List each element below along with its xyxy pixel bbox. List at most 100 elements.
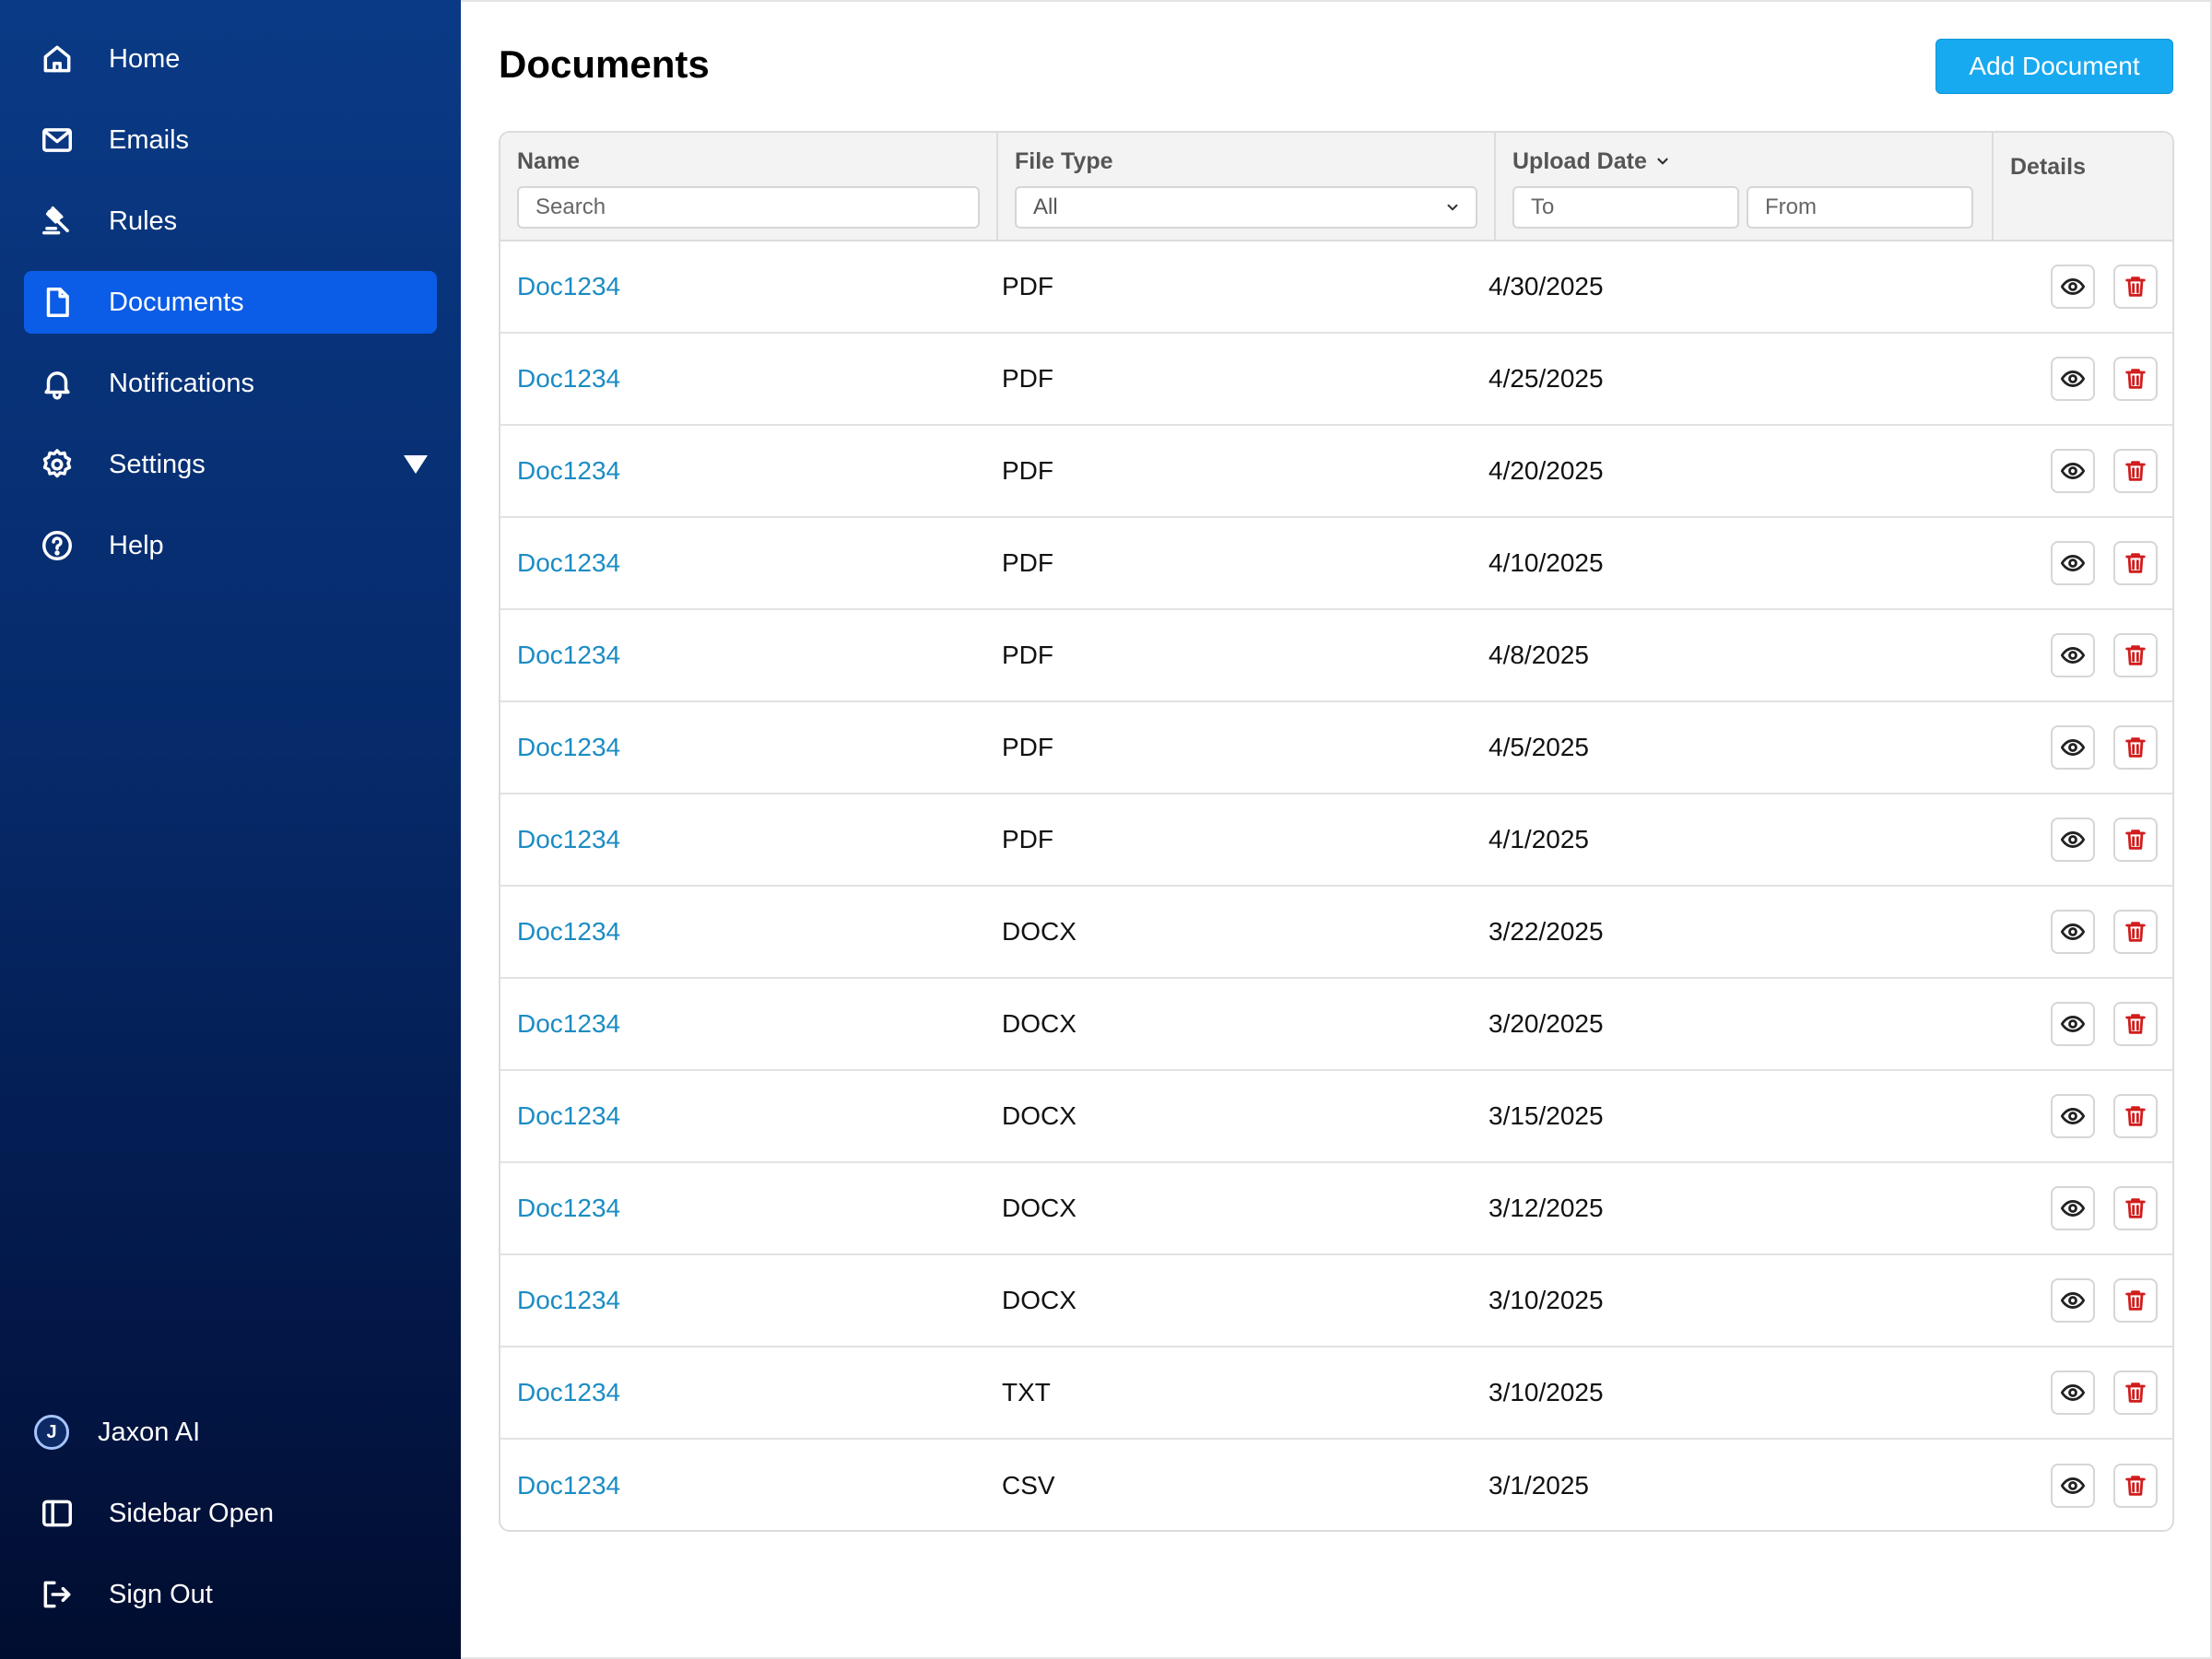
row-actions <box>2051 1002 2158 1046</box>
delete-button[interactable] <box>2113 1278 2158 1323</box>
user-profile[interactable]: J Jaxon AI <box>24 1401 437 1464</box>
view-button[interactable] <box>2051 265 2095 309</box>
view-button[interactable] <box>2051 1371 2095 1415</box>
document-name-link[interactable]: Doc1234 <box>517 272 620 301</box>
delete-button[interactable] <box>2113 265 2158 309</box>
view-button[interactable] <box>2051 1094 2095 1138</box>
eye-icon <box>2060 1477 2086 1494</box>
chevron-down-icon[interactable] <box>404 455 428 474</box>
upload-date-cell: 3/1/2025 <box>1488 1471 1589 1500</box>
sidebar-item-home[interactable]: Home <box>24 28 437 90</box>
view-button[interactable] <box>2051 633 2095 677</box>
view-button[interactable] <box>2051 541 2095 585</box>
sidebar-item-label: Documents <box>109 287 244 317</box>
sign-out[interactable]: Sign Out <box>24 1563 437 1626</box>
column-file-type: File Type All <box>998 133 1496 240</box>
delete-button[interactable] <box>2113 1186 2158 1230</box>
document-name-link[interactable]: Doc1234 <box>517 1194 620 1223</box>
delete-button[interactable] <box>2113 725 2158 770</box>
table-row: Doc1234 DOCX 3/20/2025 <box>500 979 2172 1071</box>
delete-button[interactable] <box>2113 1002 2158 1046</box>
gear-icon <box>39 446 76 483</box>
document-name-link[interactable]: Doc1234 <box>517 917 620 947</box>
delete-button[interactable] <box>2113 541 2158 585</box>
sidebar-item-emails[interactable]: Emails <box>24 109 437 171</box>
column-name-label: Name <box>517 147 581 174</box>
view-button[interactable] <box>2051 1186 2095 1230</box>
trash-icon <box>2125 737 2146 758</box>
document-name-link[interactable]: Doc1234 <box>517 641 620 670</box>
upload-date-cell: 3/15/2025 <box>1488 1101 1604 1130</box>
view-button[interactable] <box>2051 1278 2095 1323</box>
delete-button[interactable] <box>2113 357 2158 401</box>
document-icon <box>39 284 76 321</box>
view-button[interactable] <box>2051 1002 2095 1046</box>
view-button[interactable] <box>2051 1464 2095 1508</box>
document-name-link[interactable]: Doc1234 <box>517 825 620 854</box>
trash-icon <box>2125 1382 2146 1403</box>
sidebar-item-label: Home <box>109 43 181 74</box>
sidebar-item-settings[interactable]: Settings <box>24 433 437 496</box>
view-button[interactable] <box>2051 449 2095 493</box>
row-actions <box>2051 1371 2158 1415</box>
document-name-link[interactable]: Doc1234 <box>517 548 620 578</box>
upload-date-cell: 3/22/2025 <box>1488 917 1604 946</box>
table-row: Doc1234 CSV 3/1/2025 <box>500 1440 2172 1530</box>
sidebar-item-label: Notifications <box>109 368 254 398</box>
document-name-link[interactable]: Doc1234 <box>517 1471 620 1500</box>
sidebar-item-rules[interactable]: Rules <box>24 190 437 253</box>
sidebar-item-help[interactable]: Help <box>24 514 437 577</box>
date-from-input[interactable] <box>1747 186 1973 229</box>
file-type-cell: PDF <box>1002 272 1053 300</box>
document-name-link[interactable]: Doc1234 <box>517 1286 620 1315</box>
upload-date-sort[interactable]: Upload Date <box>1512 146 1975 177</box>
delete-button[interactable] <box>2113 818 2158 862</box>
table-row: Doc1234 PDF 4/20/2025 <box>500 426 2172 518</box>
sidebar-nav: Home Emails Rules Documents Notification… <box>24 28 437 595</box>
row-actions <box>2051 265 2158 309</box>
row-actions <box>2051 910 2158 954</box>
file-type-cell: PDF <box>1002 825 1053 853</box>
row-actions <box>2051 1094 2158 1138</box>
row-actions <box>2051 449 2158 493</box>
sidebar-item-label: Emails <box>109 124 190 155</box>
name-search-input[interactable] <box>517 186 980 229</box>
delete-button[interactable] <box>2113 1464 2158 1508</box>
document-name-link[interactable]: Doc1234 <box>517 1009 620 1039</box>
document-name-link[interactable]: Doc1234 <box>517 1378 620 1407</box>
delete-button[interactable] <box>2113 449 2158 493</box>
date-to-input[interactable] <box>1512 186 1739 229</box>
file-type-select[interactable]: All <box>1015 186 1477 229</box>
view-button[interactable] <box>2051 818 2095 862</box>
date-range-filter <box>1512 177 1975 229</box>
document-name-link[interactable]: Doc1234 <box>517 364 620 394</box>
eye-icon <box>2060 1292 2086 1309</box>
add-document-button[interactable]: Add Document <box>1936 39 2173 94</box>
eye-icon <box>2060 278 2086 295</box>
document-name-link[interactable]: Doc1234 <box>517 1101 620 1131</box>
row-actions <box>2051 633 2158 677</box>
delete-button[interactable] <box>2113 1371 2158 1415</box>
trash-icon <box>2125 830 2146 850</box>
trash-icon <box>2125 369 2146 389</box>
table-row: Doc1234 DOCX 3/15/2025 <box>500 1071 2172 1163</box>
trash-icon <box>2125 645 2146 665</box>
table-row: Doc1234 DOCX 3/10/2025 <box>500 1255 2172 1347</box>
delete-button[interactable] <box>2113 910 2158 954</box>
view-button[interactable] <box>2051 357 2095 401</box>
document-name-link[interactable]: Doc1234 <box>517 456 620 486</box>
view-button[interactable] <box>2051 725 2095 770</box>
delete-button[interactable] <box>2113 1094 2158 1138</box>
delete-button[interactable] <box>2113 633 2158 677</box>
gavel-icon <box>39 203 76 240</box>
document-name-link[interactable]: Doc1234 <box>517 733 620 762</box>
view-button[interactable] <box>2051 910 2095 954</box>
trash-icon <box>2125 1198 2146 1218</box>
file-type-selected: All <box>1033 194 1058 219</box>
sidebar-item-notifications[interactable]: Notifications <box>24 352 437 415</box>
upload-date-cell: 3/10/2025 <box>1488 1378 1604 1406</box>
table-header: Name File Type All Upload Date <box>500 133 2172 241</box>
sidebar-toggle[interactable]: Sidebar Open <box>24 1482 437 1545</box>
sidebar-item-documents[interactable]: Documents <box>24 271 437 334</box>
table-body: Doc1234 PDF 4/30/2025 Doc1234 PDF 4/25/2025 Do… <box>500 241 2172 1530</box>
